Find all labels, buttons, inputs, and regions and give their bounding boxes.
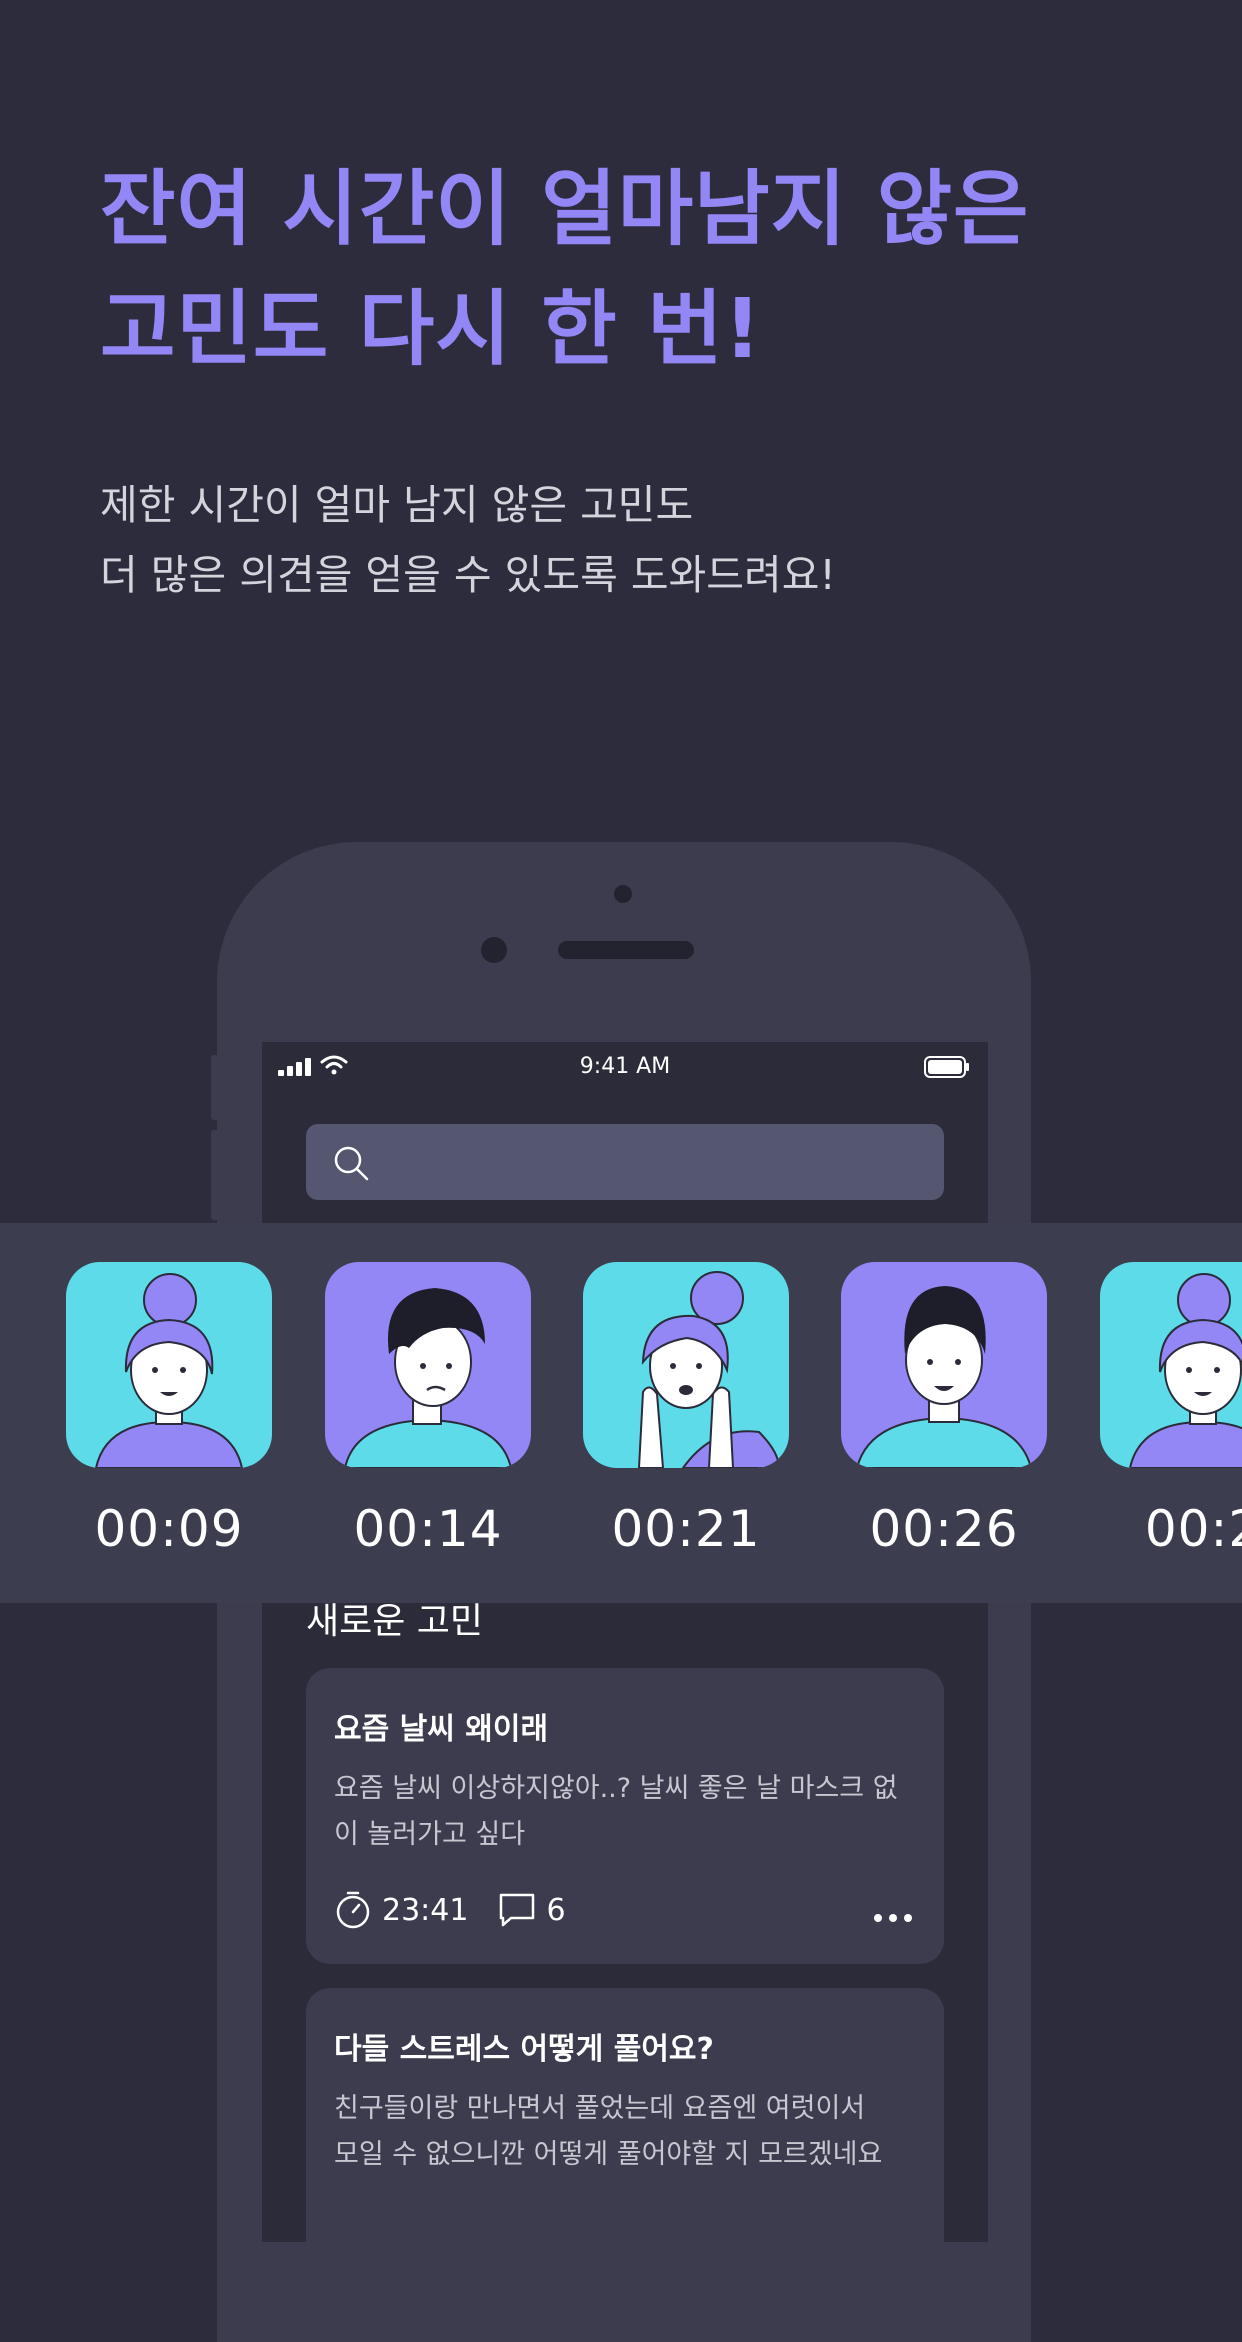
status-bar: 9:41 AM <box>262 1042 988 1092</box>
search-input[interactable] <box>306 1124 944 1200</box>
avatar <box>583 1262 789 1468</box>
post-meta: 23:41 6 <box>334 1890 566 1930</box>
avatar <box>325 1262 531 1468</box>
post-body: 요즘 날씨 이상하지않아..? 날씨 좋은 날 마스크 없 이 놀러가고 싶다 <box>334 1766 924 1858</box>
avatar-time: 00:14 <box>353 1500 503 1558</box>
subtext-line-1: 제한 시간이 얼마 남지 않은 고민도 <box>100 481 694 529</box>
search-icon <box>334 1146 369 1181</box>
avatar <box>1100 1262 1242 1468</box>
avatar <box>66 1262 272 1468</box>
stopwatch-icon <box>336 1891 370 1929</box>
phone-speaker <box>558 941 694 959</box>
phone-camera <box>614 885 632 903</box>
avatar <box>841 1262 1047 1468</box>
status-time: 9:41 AM <box>579 1054 671 1079</box>
post-title: 요즘 날씨 왜이래 <box>334 1712 549 1747</box>
avatar-item[interactable]: 00:09 <box>66 1262 272 1558</box>
more-icon[interactable] <box>874 1914 912 1922</box>
headline-line-2: 고민도 다시 한 번! <box>100 282 763 377</box>
post-comment-count: 6 <box>546 1892 566 1928</box>
post-time-left: 23:41 <box>382 1892 469 1928</box>
phone-screen: 9:41 AM 새로운 고민 요즘 날씨 왜이래 요즘 날씨 이상하지않아..?… <box>262 1042 988 2242</box>
post-body-line-2: 이 놀러가고 싶다 <box>334 1819 526 1850</box>
avatar-time: 00:21 <box>611 1500 761 1558</box>
comment-icon <box>500 1893 535 1927</box>
headline: 잔여 시간이 얼마남지 않은 고민도 다시 한 번! <box>100 150 1200 390</box>
headline-line-1: 잔여 시간이 얼마남지 않은 <box>100 162 1030 257</box>
avatar-item[interactable]: 00:2 <box>1100 1262 1242 1558</box>
subtext-line-2: 더 많은 의견을 얻을 수 있도록 도와드려요! <box>100 551 836 599</box>
phone-sensor <box>481 937 507 963</box>
urgent-avatar-strip[interactable]: 00:09 00:14 00:21 00:26 00: <box>0 1223 1242 1603</box>
post-body: 친구들이랑 만나면서 풀었는데 요즘엔 여럿이서 모일 수 없으니깐 어떻게 풀… <box>334 2086 924 2178</box>
subtext: 제한 시간이 얼마 남지 않은 고민도 더 많은 의견을 얻을 수 있도록 도와… <box>100 470 1200 610</box>
avatar-item[interactable]: 00:26 <box>841 1262 1047 1558</box>
phone-side-button <box>211 1055 219 1120</box>
post-body-line-1: 요즘 날씨 이상하지않아..? 날씨 좋은 날 마스크 없 <box>334 1773 898 1804</box>
post-card[interactable]: 다들 스트레스 어떻게 풀어요? 친구들이랑 만나면서 풀었는데 요즘엔 여럿이… <box>306 1988 944 2242</box>
post-body-line-1: 친구들이랑 만나면서 풀었는데 요즘엔 여럿이서 <box>334 2093 866 2124</box>
post-title: 다들 스트레스 어떻게 풀어요? <box>334 2032 714 2067</box>
battery-icon <box>924 1056 969 1078</box>
post-card[interactable]: 요즘 날씨 왜이래 요즘 날씨 이상하지않아..? 날씨 좋은 날 마스크 없 … <box>306 1668 944 1964</box>
post-body-line-2: 모일 수 없으니깐 어떻게 풀어야할 지 모르겠네요 <box>334 2139 883 2170</box>
avatar-time: 00:2 <box>1144 1500 1242 1558</box>
phone-volume-button <box>211 1130 219 1220</box>
avatar-item[interactable]: 00:14 <box>325 1262 531 1558</box>
avatar-item[interactable]: 00:21 <box>583 1262 789 1558</box>
avatar-time: 00:09 <box>94 1500 244 1558</box>
avatar-time: 00:26 <box>869 1500 1019 1558</box>
